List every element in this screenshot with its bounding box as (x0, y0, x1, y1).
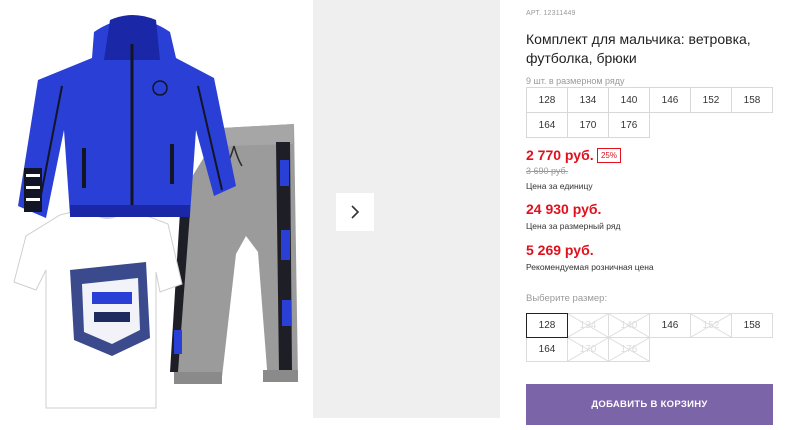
unit-price: 2 770 руб. (526, 147, 594, 163)
row-size-cell: 176 (608, 112, 650, 138)
unit-price-label: Цена за единицу (526, 181, 593, 191)
size-picker: 128 134140 146 152 158 164 170176 (526, 313, 774, 362)
discount-badge: 25% (597, 148, 621, 163)
row-price-label: Цена за размерный ряд (526, 221, 621, 231)
row-price: 24 930 руб. (526, 201, 602, 217)
size-option-152: 152 (690, 313, 732, 338)
unavailable-cross-icon (568, 314, 608, 337)
unavailable-cross-icon (691, 314, 731, 337)
size-option-146[interactable]: 146 (649, 313, 691, 338)
row-size-cell: 140 (608, 87, 650, 113)
retail-price-label: Рекомендуемая розничная цена (526, 262, 654, 272)
size-row-table: 128 134 140 146 152 158 164 170 176 (526, 87, 773, 138)
size-option-134: 134 (567, 313, 609, 338)
product-photo[interactable] (0, 0, 313, 418)
old-price: 3 690 руб. (526, 166, 569, 176)
article-number: АРТ. 12311449 (526, 10, 576, 17)
row-size-cell: 146 (649, 87, 691, 113)
row-size-cell: 152 (690, 87, 732, 113)
product-gallery (0, 0, 500, 418)
size-option-170: 170 (567, 337, 609, 362)
row-size-cell: 134 (567, 87, 609, 113)
add-to-cart-button[interactable]: ДОБАВИТЬ В КОРЗИНУ (526, 384, 773, 425)
product-title: Комплект для мальчика: ветровка, футболк… (526, 31, 751, 66)
row-size-cell: 158 (731, 87, 773, 113)
row-size-cell: 128 (526, 87, 568, 113)
unavailable-cross-icon (609, 338, 649, 361)
product-photo-illustration (13, 15, 298, 409)
row-size-cell: 164 (526, 112, 568, 138)
size-option-label: 146 (661, 320, 679, 331)
size-option-140: 140 (608, 313, 650, 338)
size-option-176: 176 (608, 337, 650, 362)
size-option-128[interactable]: 128 (526, 313, 568, 338)
tshirt-illustration (13, 207, 183, 409)
row-size-cell: 170 (567, 112, 609, 138)
gallery-next-button[interactable] (336, 193, 374, 231)
chevron-right-icon (351, 205, 360, 219)
size-option-label: 128 (538, 320, 556, 331)
size-option-164[interactable]: 164 (526, 337, 568, 362)
choose-size-label: Выберите размер: (526, 293, 608, 304)
size-option-label: 158 (743, 320, 761, 331)
pieces-per-row: 9 шт. в размерном ряду (526, 76, 625, 86)
retail-price: 5 269 руб. (526, 242, 594, 258)
size-option-label: 164 (538, 344, 556, 355)
unavailable-cross-icon (609, 314, 649, 337)
unavailable-cross-icon (568, 338, 608, 361)
size-option-158[interactable]: 158 (731, 313, 773, 338)
